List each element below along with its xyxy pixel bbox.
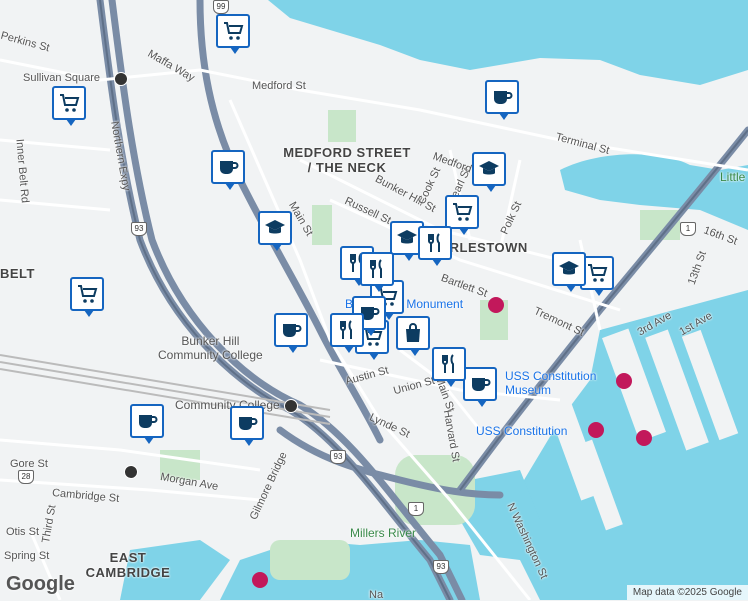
cup-pin[interactable]: [463, 367, 497, 407]
fork-icon: [428, 233, 440, 252]
uss-constitution-museum-label[interactable]: USS Constitution Museum: [505, 369, 615, 397]
route-28-shield: 28: [18, 470, 34, 484]
cup-pin[interactable]: [211, 150, 245, 190]
east-cambridge-label: EAST CAMBRIDGE: [85, 550, 171, 580]
cart-pin[interactable]: [52, 86, 86, 126]
museum-marker[interactable]: [636, 430, 652, 446]
cart-icon: [224, 22, 244, 40]
shopping-pin[interactable]: [396, 316, 430, 356]
route-93-shield: 93: [433, 560, 449, 574]
medford-neck-label: MEDFORD STREET / THE NECK: [283, 145, 411, 175]
belt-label: BELT: [0, 266, 35, 281]
cart-icon: [453, 203, 473, 221]
restaurant-pin[interactable]: [418, 226, 452, 266]
cap-icon: [559, 261, 579, 275]
cart-pin[interactable]: [216, 14, 250, 54]
street-label: Sullivan Square: [23, 72, 101, 84]
map-attribution: Map data ©2025 Google: [626, 585, 748, 600]
community-college-station[interactable]: [284, 399, 298, 413]
bag-icon: [406, 323, 420, 342]
cup-pin[interactable]: [130, 404, 164, 444]
street-label: Na: [369, 589, 384, 601]
street-label: Otis St: [6, 526, 40, 538]
route-1-shield: 1: [408, 502, 424, 516]
cup-icon: [239, 417, 258, 430]
bunker-hill-cc-label: Bunker Hill Community College: [158, 334, 263, 362]
route-93-shield: 93: [131, 222, 147, 236]
route-99-shield: 99: [213, 0, 229, 14]
cup-icon: [139, 415, 158, 428]
school-pin[interactable]: [552, 252, 586, 292]
millers-river-label: Millers River: [350, 526, 416, 540]
route-93-shield: 93: [330, 450, 346, 464]
cup-icon: [472, 378, 491, 391]
cap-icon: [397, 230, 417, 244]
uss-constitution-marker[interactable]: [588, 422, 604, 438]
monument-marker[interactable]: [488, 297, 504, 313]
fork-icon: [340, 320, 352, 339]
cart-icon: [588, 264, 608, 282]
community-college-station-label: Community College: [175, 398, 280, 412]
route-1-shield: 1: [680, 222, 696, 236]
street-label: Gore St: [10, 458, 48, 470]
station-marker[interactable]: [124, 465, 138, 479]
google-logo: Google: [6, 573, 75, 595]
cart-icon: [78, 285, 98, 303]
uss-constitution-museum-marker[interactable]: [616, 373, 632, 389]
cart-pin[interactable]: [445, 195, 479, 235]
fork-icon: [370, 259, 382, 278]
cup-icon: [283, 324, 302, 337]
cup-pin[interactable]: [230, 406, 264, 446]
sullivan-square-station[interactable]: [114, 72, 128, 86]
museum-marker-bottom[interactable]: [252, 572, 268, 588]
cap-icon: [479, 161, 499, 175]
cup-pin[interactable]: [274, 313, 308, 353]
school-pin[interactable]: [472, 152, 506, 192]
school-pin[interactable]: [258, 211, 292, 251]
cart-icon: [60, 94, 80, 112]
cap-icon: [265, 220, 285, 234]
restaurant-pin[interactable]: [360, 252, 394, 292]
street-label: Spring St: [4, 550, 50, 562]
street-label: Little Ch: [720, 170, 748, 184]
restaurant-pin[interactable]: [330, 313, 364, 353]
restaurant-pin[interactable]: [432, 347, 466, 387]
cup-icon: [220, 161, 239, 174]
cart-pin[interactable]: [70, 277, 104, 317]
cup-icon: [494, 91, 513, 104]
cup-pin[interactable]: [485, 80, 519, 120]
fork-icon: [442, 354, 454, 373]
uss-constitution-label[interactable]: USS Constitution: [476, 424, 567, 438]
street-label: Medford St: [252, 80, 306, 92]
